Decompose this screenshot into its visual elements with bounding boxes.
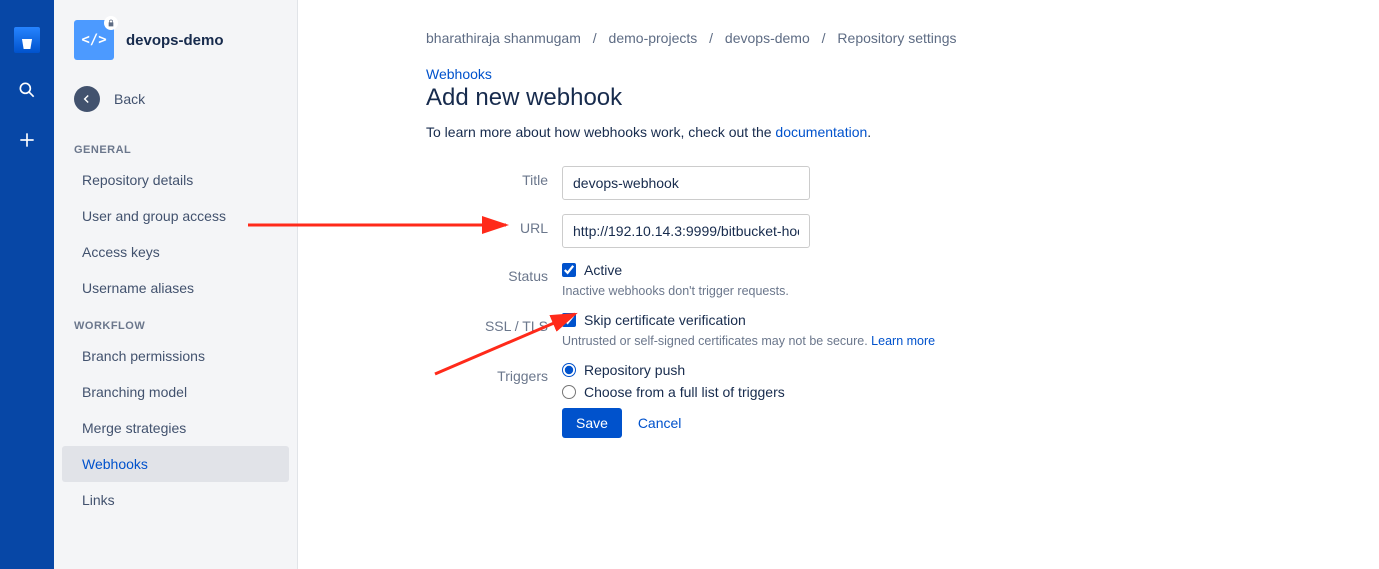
- cancel-button[interactable]: Cancel: [638, 415, 682, 431]
- crumb-page[interactable]: Repository settings: [837, 30, 956, 46]
- crumb-project[interactable]: demo-projects: [609, 30, 698, 46]
- crumb-sep: /: [709, 30, 713, 46]
- back-arrow-icon: [74, 86, 100, 112]
- trigger-push-label: Repository push: [584, 362, 685, 378]
- intro-prefix: To learn more about how webhooks work, c…: [426, 124, 775, 140]
- ssl-help-text: Untrusted or self-signed certificates ma…: [562, 334, 871, 348]
- nav-username-aliases[interactable]: Username aliases: [62, 270, 289, 306]
- title-label: Title: [426, 166, 562, 188]
- back-button[interactable]: Back: [54, 76, 297, 130]
- nav-links[interactable]: Links: [62, 482, 289, 518]
- intro-text: To learn more about how webhooks work, c…: [426, 124, 1339, 140]
- save-button[interactable]: Save: [562, 408, 622, 438]
- crumb-sep: /: [593, 30, 597, 46]
- repo-name: devops-demo: [126, 32, 224, 49]
- global-nav-rail: [0, 0, 54, 569]
- form-row-triggers: Triggers Repository push Choose from a f…: [426, 362, 1339, 438]
- form-row-ssl: SSL / TLS Skip certificate verification …: [426, 312, 1339, 348]
- skip-cert-label: Skip certificate verification: [584, 312, 746, 328]
- breadcrumb: bharathiraja shanmugam / demo-projects /…: [426, 30, 1339, 46]
- back-label: Back: [114, 91, 145, 107]
- ssl-help: Untrusted or self-signed certificates ma…: [562, 334, 935, 348]
- url-input[interactable]: [562, 214, 810, 248]
- crumb-sep: /: [822, 30, 826, 46]
- trigger-full-list-radio[interactable]: [562, 385, 576, 399]
- nav-merge-strategies[interactable]: Merge strategies: [62, 410, 289, 446]
- trigger-full-list-label: Choose from a full list of triggers: [584, 384, 785, 400]
- page-title: Add new webhook: [426, 84, 1339, 112]
- trigger-push-radio[interactable]: [562, 363, 576, 377]
- nav-user-group-access[interactable]: User and group access: [62, 198, 289, 234]
- documentation-link[interactable]: documentation: [775, 124, 867, 140]
- nav-access-keys[interactable]: Access keys: [62, 234, 289, 270]
- form-row-status: Status Active Inactive webhooks don't tr…: [426, 262, 1339, 298]
- nav-branching-model[interactable]: Branching model: [62, 374, 289, 410]
- section-header-general: GENERAL: [54, 130, 297, 162]
- repo-avatar: </>: [74, 20, 114, 60]
- ssl-label: SSL / TLS: [426, 312, 562, 334]
- section-header-workflow: WORKFLOW: [54, 306, 297, 338]
- nav-webhooks[interactable]: Webhooks: [62, 446, 289, 482]
- active-label: Active: [584, 262, 622, 278]
- main-content: bharathiraja shanmugam / demo-projects /…: [298, 0, 1379, 569]
- title-input[interactable]: [562, 166, 810, 200]
- repo-header: </> devops-demo: [54, 20, 297, 76]
- webhooks-back-link[interactable]: Webhooks: [426, 66, 492, 82]
- nav-branch-permissions[interactable]: Branch permissions: [62, 338, 289, 374]
- intro-suffix: .: [867, 124, 871, 140]
- plus-icon: [17, 130, 37, 150]
- form-row-url: URL: [426, 214, 1339, 248]
- learn-more-link[interactable]: Learn more: [871, 334, 935, 348]
- search-button[interactable]: [7, 70, 47, 110]
- form-row-title: Title: [426, 166, 1339, 200]
- create-button[interactable]: [7, 120, 47, 160]
- nav-repository-details[interactable]: Repository details: [62, 162, 289, 198]
- bitbucket-logo-icon: [14, 27, 40, 53]
- skip-cert-checkbox[interactable]: [562, 313, 576, 327]
- url-label: URL: [426, 214, 562, 236]
- crumb-repo[interactable]: devops-demo: [725, 30, 810, 46]
- status-label: Status: [426, 262, 562, 284]
- settings-sidebar: </> devops-demo Back GENERAL Repository …: [54, 0, 298, 569]
- status-help: Inactive webhooks don't trigger requests…: [562, 284, 789, 298]
- lock-icon: [104, 16, 118, 30]
- active-checkbox[interactable]: [562, 263, 576, 277]
- triggers-label: Triggers: [426, 362, 562, 384]
- search-icon: [17, 80, 37, 100]
- bitbucket-logo[interactable]: [7, 20, 47, 60]
- crumb-owner[interactable]: bharathiraja shanmugam: [426, 30, 581, 46]
